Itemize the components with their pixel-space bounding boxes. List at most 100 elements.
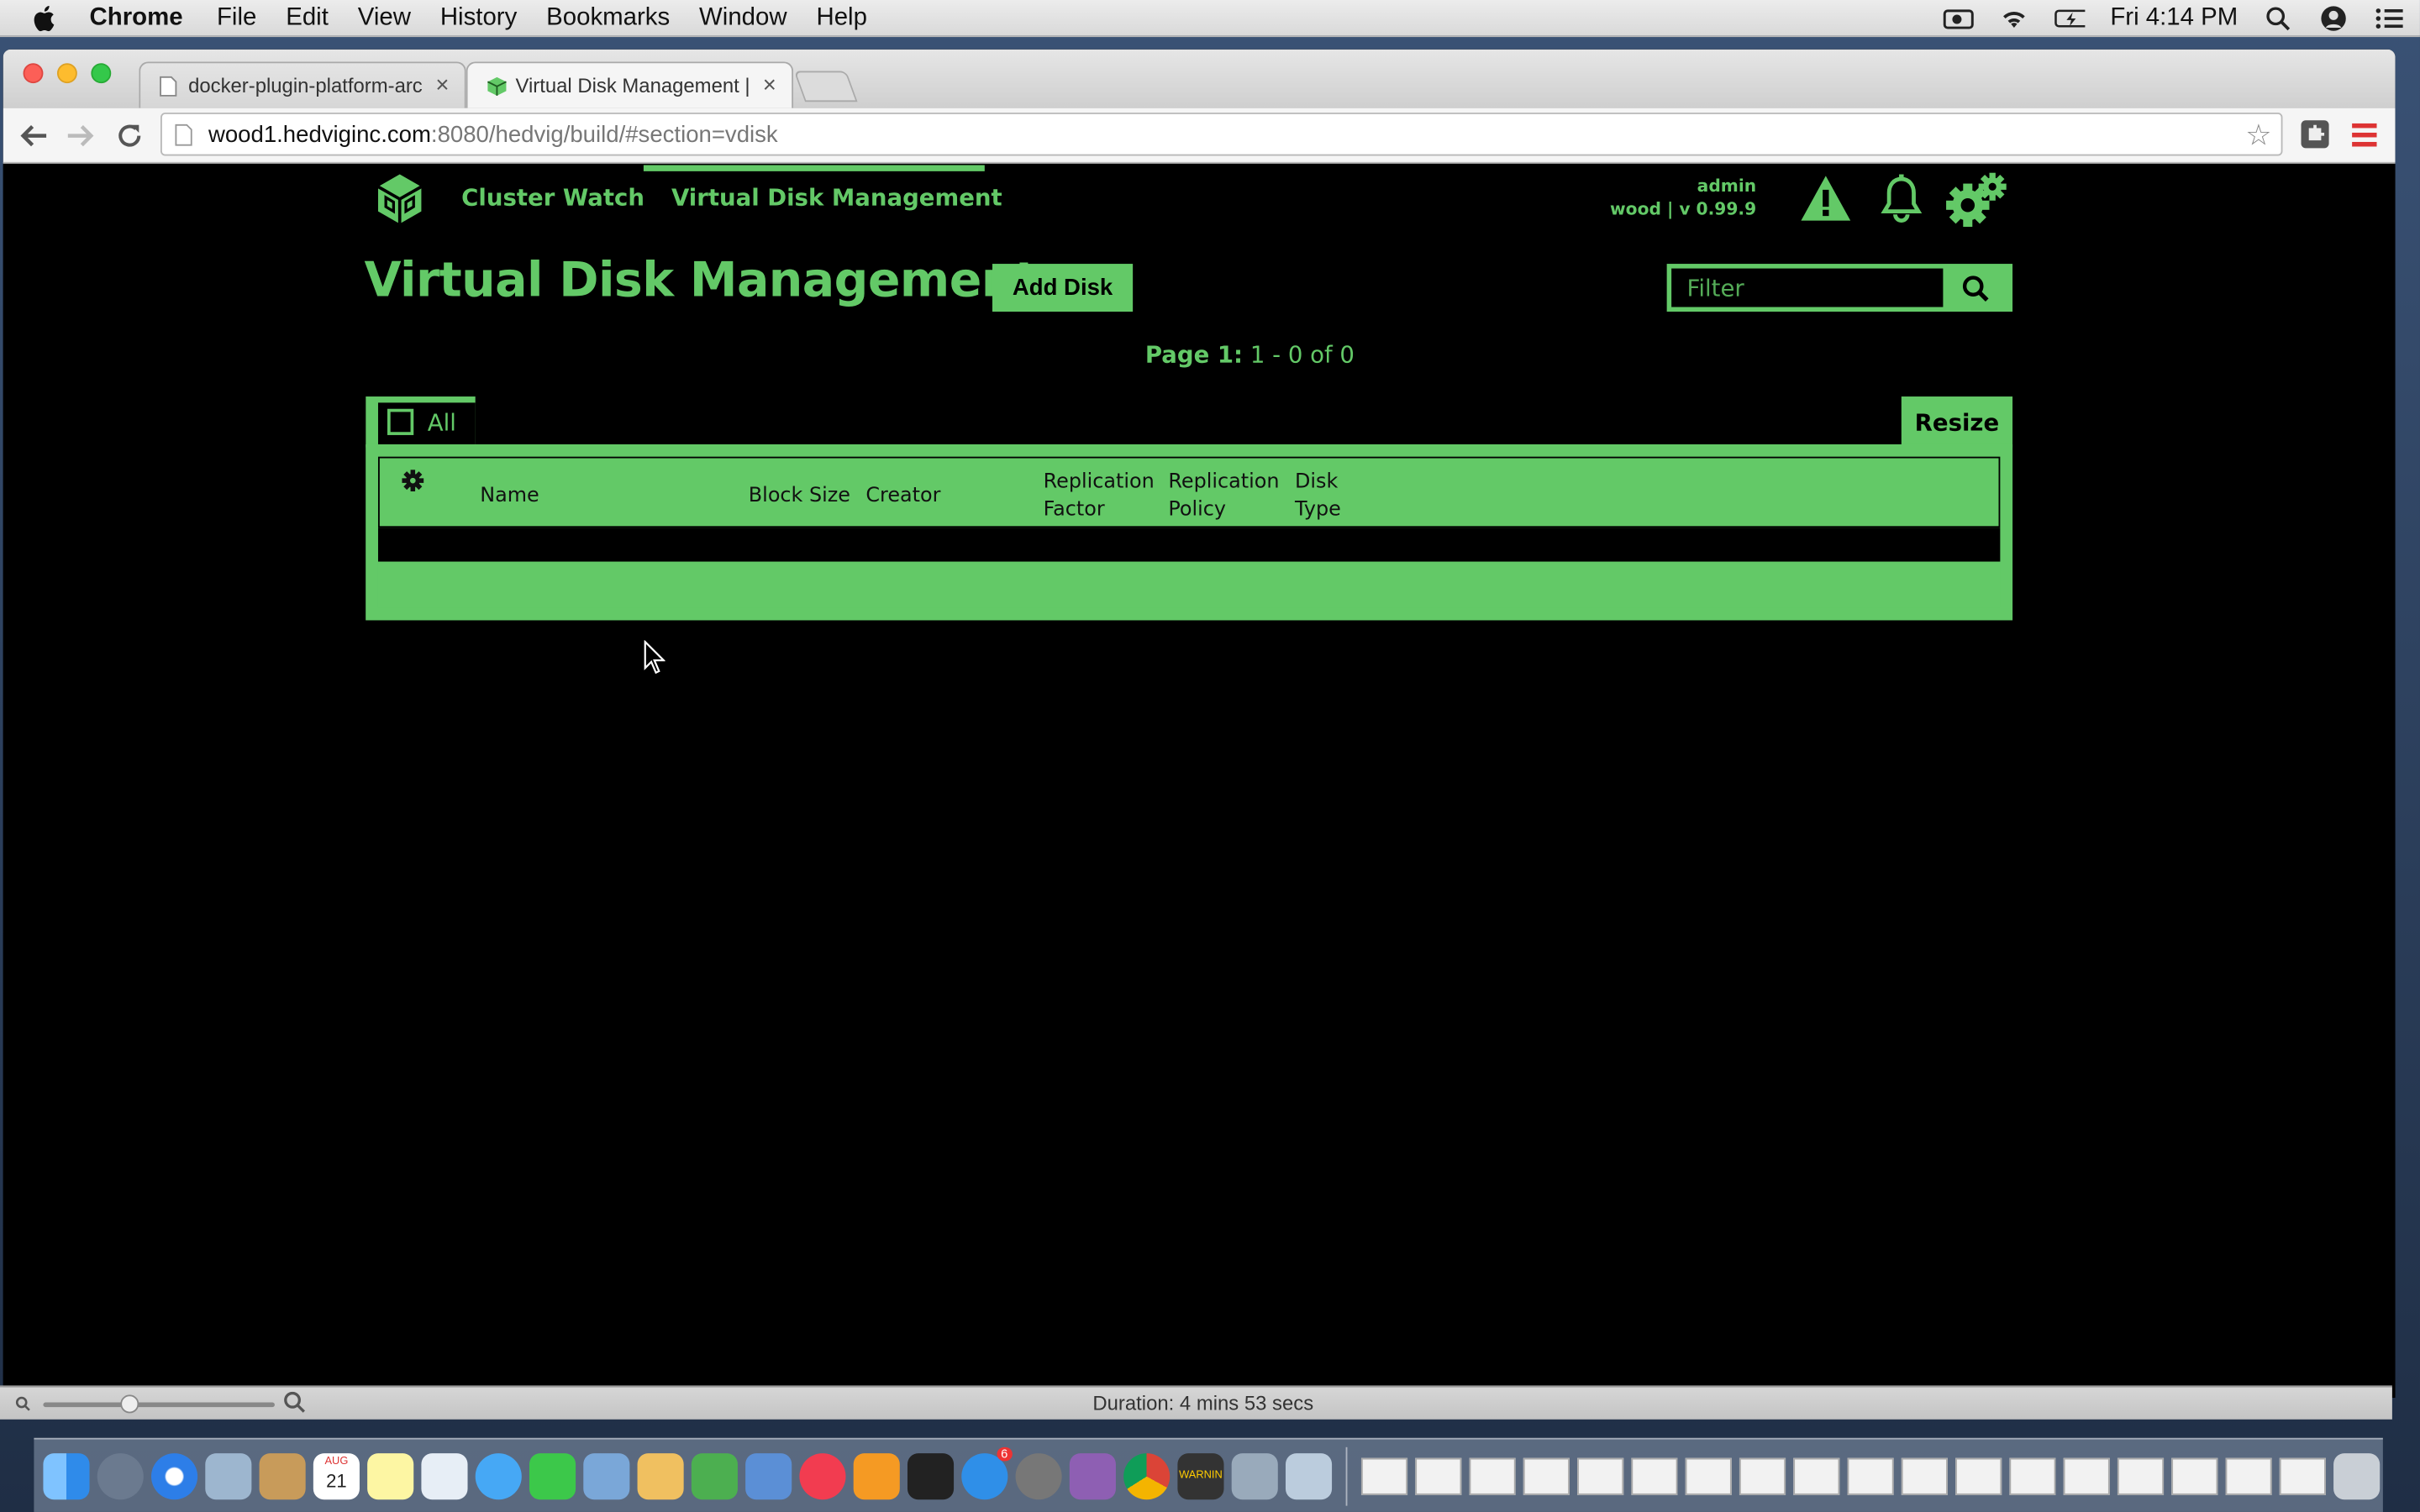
filter-input[interactable] bbox=[1671, 268, 1944, 307]
quicktime-icon[interactable] bbox=[1285, 1452, 1333, 1499]
page-scrollbar[interactable] bbox=[2370, 165, 2396, 1399]
menu-window[interactable]: Window bbox=[699, 4, 787, 32]
column-header-block-size[interactable]: Block Size bbox=[749, 483, 850, 511]
preview-icon[interactable] bbox=[1231, 1452, 1278, 1499]
tab-close-icon[interactable]: × bbox=[435, 72, 449, 98]
pages-icon[interactable] bbox=[637, 1452, 684, 1499]
dock-document[interactable] bbox=[1739, 1457, 1786, 1494]
battery-icon[interactable] bbox=[2054, 5, 2086, 33]
dock-document[interactable] bbox=[1631, 1457, 1678, 1494]
menu-history[interactable]: History bbox=[440, 4, 517, 32]
github-icon[interactable] bbox=[1069, 1452, 1116, 1499]
alert-warning-icon[interactable] bbox=[1798, 173, 1854, 225]
menu-help[interactable]: Help bbox=[816, 4, 866, 32]
zoom-out-icon[interactable] bbox=[15, 1394, 30, 1417]
nav-virtual-disk-management[interactable]: Virtual Disk Management bbox=[671, 184, 1002, 212]
column-header-replication-factor[interactable]: Replication Factor bbox=[1044, 469, 1155, 524]
select-all-toggle[interactable]: All bbox=[366, 396, 476, 448]
dock-document[interactable] bbox=[2009, 1457, 2056, 1494]
contacts-icon[interactable] bbox=[259, 1452, 306, 1499]
dock-document[interactable] bbox=[1360, 1457, 1408, 1494]
user-account-icon[interactable] bbox=[2318, 5, 2349, 33]
finder-icon[interactable] bbox=[43, 1452, 90, 1499]
dock-document[interactable] bbox=[2063, 1457, 2110, 1494]
dock-document[interactable] bbox=[1415, 1457, 1462, 1494]
dock-document[interactable] bbox=[2171, 1457, 2218, 1494]
keynote-icon[interactable] bbox=[745, 1452, 792, 1499]
dock-document[interactable] bbox=[2279, 1457, 2326, 1494]
column-header-creator[interactable]: Creator bbox=[865, 483, 940, 511]
dock-document[interactable] bbox=[1955, 1457, 2002, 1494]
bookmark-star-icon[interactable]: ☆ bbox=[2245, 118, 2271, 154]
dock-document[interactable] bbox=[1847, 1457, 1894, 1494]
new-tab-button[interactable] bbox=[793, 71, 858, 102]
launchpad-icon[interactable] bbox=[97, 1452, 144, 1499]
spotlight-search-icon[interactable] bbox=[2263, 5, 2294, 33]
numbers-icon[interactable] bbox=[691, 1452, 738, 1499]
menu-bookmarks[interactable]: Bookmarks bbox=[546, 4, 670, 32]
messages-icon[interactable] bbox=[475, 1452, 522, 1499]
ibooks-icon[interactable] bbox=[853, 1452, 900, 1499]
window-zoom-button[interactable] bbox=[91, 63, 112, 84]
facetime-icon[interactable] bbox=[529, 1452, 576, 1499]
zoom-slider[interactable] bbox=[43, 1402, 275, 1408]
safari-icon[interactable] bbox=[150, 1452, 198, 1499]
terminal-icon[interactable] bbox=[907, 1452, 955, 1499]
system-preferences-icon[interactable] bbox=[1015, 1452, 1062, 1499]
tab-virtual-disk-management[interactable]: Virtual Disk Management | × bbox=[466, 61, 794, 108]
dock-document[interactable] bbox=[1685, 1457, 1732, 1494]
window-close-button[interactable] bbox=[23, 63, 44, 84]
dock-document[interactable] bbox=[1793, 1457, 1840, 1494]
tab-docker-plugin[interactable]: docker-plugin-platform-arc × bbox=[139, 61, 466, 108]
notification-bell-icon[interactable] bbox=[1876, 173, 1926, 225]
photos-icon[interactable] bbox=[583, 1452, 630, 1499]
menu-file[interactable]: File bbox=[217, 4, 256, 32]
menu-chrome[interactable]: Chrome bbox=[90, 4, 183, 32]
dock-document[interactable] bbox=[2225, 1457, 2272, 1494]
mail-icon[interactable] bbox=[205, 1452, 252, 1499]
window-minimize-button[interactable] bbox=[56, 63, 77, 84]
user-info[interactable]: admin wood | v 0.99.9 bbox=[1610, 175, 1756, 221]
calendar-icon[interactable]: AUG 21 bbox=[313, 1452, 360, 1499]
address-bar[interactable]: wood1.hedviginc.com:8080/hedvig/build/#s… bbox=[160, 113, 2283, 156]
dock-document[interactable] bbox=[1469, 1457, 1516, 1494]
search-icon[interactable] bbox=[1943, 269, 2007, 307]
select-all-checkbox[interactable] bbox=[387, 408, 414, 435]
column-settings-gear-icon[interactable] bbox=[402, 469, 425, 492]
notes-icon[interactable] bbox=[367, 1452, 414, 1499]
reload-icon[interactable] bbox=[111, 118, 148, 155]
menu-view[interactable]: View bbox=[358, 4, 411, 32]
zoom-slider-handle[interactable] bbox=[120, 1394, 139, 1414]
forward-arrow-icon[interactable] bbox=[61, 118, 98, 155]
itunes-icon[interactable] bbox=[799, 1452, 846, 1499]
screen-record-icon[interactable] bbox=[1944, 5, 1975, 33]
chrome-icon[interactable] bbox=[1123, 1452, 1171, 1499]
resize-button[interactable]: Resize bbox=[1901, 396, 2013, 448]
menu-edit[interactable]: Edit bbox=[286, 4, 329, 32]
app-store-icon[interactable]: 6 bbox=[961, 1446, 1013, 1499]
chrome-menu-icon[interactable] bbox=[2349, 120, 2380, 151]
notification-center-icon[interactable] bbox=[2374, 5, 2405, 33]
settings-gear-icon[interactable] bbox=[1943, 171, 2007, 230]
column-header-disk-type[interactable]: Disk Type bbox=[1295, 469, 1341, 524]
zoom-in-icon[interactable] bbox=[284, 1391, 306, 1418]
hedvig-logo-icon[interactable] bbox=[373, 171, 425, 227]
extension-puzzle-icon[interactable] bbox=[2298, 118, 2332, 151]
dock-document[interactable] bbox=[1901, 1457, 1948, 1494]
trash-icon[interactable] bbox=[2333, 1452, 2381, 1499]
menubar-clock[interactable]: Fri 4:14 PM bbox=[2110, 5, 2238, 33]
apple-menu-icon[interactable] bbox=[31, 4, 62, 32]
dock-document[interactable] bbox=[1577, 1457, 1624, 1494]
add-disk-button[interactable]: Add Disk bbox=[992, 264, 1134, 312]
column-header-name[interactable]: Name bbox=[480, 483, 539, 511]
nav-cluster-watch[interactable]: Cluster Watch bbox=[461, 184, 644, 212]
reminders-icon[interactable] bbox=[421, 1452, 468, 1499]
dock-document[interactable] bbox=[1523, 1457, 1570, 1494]
dock-document[interactable] bbox=[2117, 1457, 2165, 1494]
column-header-replication-policy[interactable]: Replication Policy bbox=[1168, 469, 1279, 524]
wifi-icon[interactable] bbox=[1999, 5, 2030, 33]
back-arrow-icon[interactable] bbox=[15, 118, 52, 155]
column-header-line: Factor bbox=[1043, 498, 1105, 522]
tab-close-icon[interactable]: × bbox=[763, 72, 776, 98]
console-icon[interactable]: WARNIN bbox=[1177, 1452, 1224, 1499]
